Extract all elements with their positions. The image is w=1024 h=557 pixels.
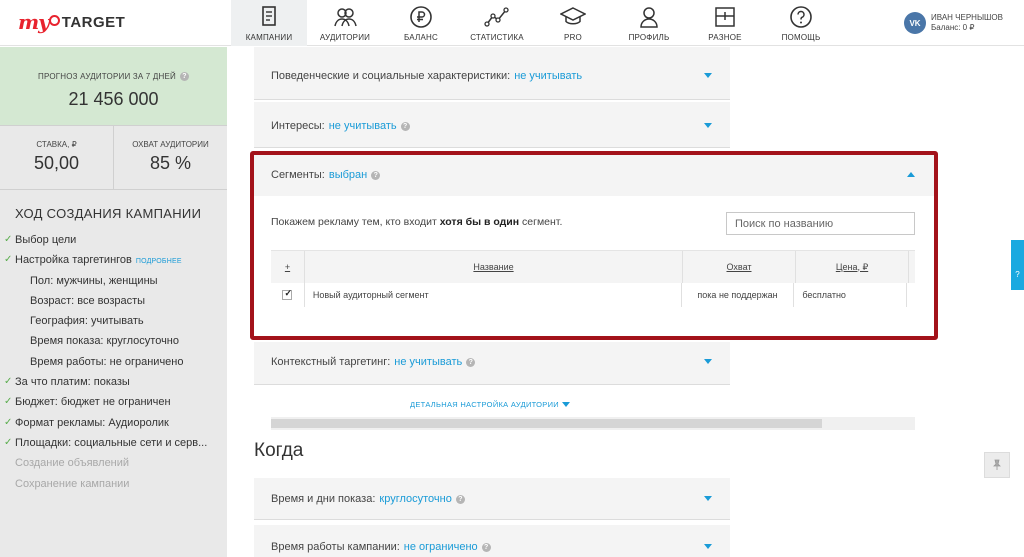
audiences-icon — [334, 8, 357, 27]
panel-contextual-value[interactable]: не учитывать — [394, 356, 462, 368]
panel-work-time[interactable]: Время работы кампании: не ограничено ? — [254, 525, 730, 557]
forecast-title: ПРОГНОЗ АУДИТОРИИ ЗА 7 ДНЕЙ — [38, 72, 176, 81]
pin-icon — [993, 459, 1001, 470]
top-bar: my TARGET КАМПАНИИ АУДИТОРИИ БАЛАНС СТАТ… — [0, 0, 1024, 46]
panel-behavioral-label: Поведенческие и социальные характеристик… — [271, 70, 511, 82]
nav-statistics[interactable]: СТАТИСТИКА — [459, 0, 535, 46]
nav-misc[interactable]: РАЗНОЕ — [687, 0, 763, 46]
nav-campaigns[interactable]: КАМПАНИИ — [231, 0, 307, 46]
rate-stat: СТАВКА, ₽ 50,00 — [0, 126, 113, 189]
coverage-title: ОХВАТ АУДИТОРИИ — [132, 140, 209, 149]
step-save-campaign: Сохранение кампании — [15, 477, 130, 490]
misc-icon — [715, 7, 735, 27]
mytarget-logo[interactable]: my TARGET — [18, 10, 126, 34]
help-icon[interactable]: ? — [466, 357, 476, 367]
profile-icon — [640, 7, 658, 28]
help-icon[interactable]: ? — [481, 542, 491, 552]
step-geo: География: учитывать — [30, 315, 144, 328]
coverage-stat: ОХВАТ АУДИТОРИИ 85 % — [113, 126, 227, 189]
nav-statistics-label: СТАТИСТИКА — [470, 33, 524, 42]
help-icon[interactable]: ? — [455, 494, 465, 504]
help-icon[interactable]: ? — [179, 72, 189, 81]
step-payment[interactable]: За что платим: показы — [0, 372, 227, 392]
nav-audiences[interactable]: АУДИТОРИИ — [307, 0, 383, 46]
panel-work-time-value[interactable]: не ограничено — [404, 541, 478, 553]
audience-forecast: ПРОГНОЗ АУДИТОРИИ ЗА 7 ДНЕЙ? 21 456 000 — [0, 47, 227, 126]
highlight-frame — [250, 151, 938, 340]
chevron-down-icon[interactable] — [704, 359, 712, 364]
nav-pro-label: PRO — [564, 33, 582, 42]
panel-time[interactable]: Время и дни показа: круглосуточно ? — [254, 478, 730, 520]
chevron-down-icon[interactable] — [704, 544, 712, 549]
panel-time-value[interactable]: круглосуточно — [379, 493, 451, 505]
nav-balance[interactable]: БАЛАНС — [383, 0, 459, 46]
step-budget[interactable]: Бюджет: бюджет не ограничен — [0, 392, 227, 412]
panel-contextual-label: Контекстный таргетинг: — [271, 356, 391, 368]
forecast-value: 21 456 000 — [68, 89, 159, 109]
ruble-icon — [410, 6, 432, 28]
logo-target: TARGET — [61, 13, 126, 31]
pin-button[interactable] — [984, 452, 1010, 478]
nav-campaigns-label: КАМПАНИИ — [245, 33, 293, 42]
nav-pro[interactable]: PRO — [535, 0, 611, 46]
panel-time-label: Время и дни показа: — [271, 493, 376, 505]
horizontal-scrollbar[interactable] — [271, 417, 915, 430]
rate-value: 50,00 — [33, 153, 80, 173]
logo-my: my — [18, 10, 50, 34]
nav-help-label: ПОМОЩЬ — [781, 33, 821, 42]
help-icon — [790, 6, 812, 28]
help-icon[interactable]: ? — [400, 121, 410, 131]
detail-audience-link[interactable]: ДЕТАЛЬНАЯ НАСТРОЙКА АУДИТОРИИ — [410, 400, 570, 409]
nav-profile[interactable]: ПРОФИЛЬ — [611, 0, 687, 46]
step-sex: Пол: мужчины, женщины — [30, 274, 158, 287]
panel-behavioral[interactable]: Поведенческие и социальные характеристик… — [254, 47, 730, 100]
stats-icon — [484, 7, 509, 27]
side-help-tab[interactable]: ? — [1011, 240, 1024, 290]
nav-balance-label: БАЛАНС — [404, 33, 438, 42]
user-menu[interactable]: VK ИВАН ЧЕРНЫШОВ Баланс: 0 ₽ — [904, 12, 1003, 34]
steps-title: ХОД СОЗДАНИЯ КАМПАНИИ — [15, 206, 202, 221]
sidebar: ПРОГНОЗ АУДИТОРИИ ЗА 7 ДНЕЙ? 21 456 000 … — [0, 47, 227, 557]
main-nav: КАМПАНИИ АУДИТОРИИ БАЛАНС СТАТИСТИКА PRO… — [231, 0, 839, 46]
campaign-steps: Выбор цели Настройка таргетинговПОДРОБНЕ… — [0, 230, 227, 494]
panel-interests-label: Интересы: — [271, 120, 325, 132]
step-targeting[interactable]: Настройка таргетинговПОДРОБНЕЕ — [0, 250, 227, 270]
step-create-ads: Создание объявлений — [15, 457, 130, 470]
nav-help[interactable]: ПОМОЩЬ — [763, 0, 839, 46]
scrollbar-thumb[interactable] — [271, 419, 822, 428]
chevron-down-icon[interactable] — [704, 496, 712, 501]
graduation-cap-icon — [560, 7, 586, 25]
user-name: ИВАН ЧЕРНЫШОВ — [931, 13, 1003, 22]
main-content: Поведенческие и социальные характеристик… — [228, 47, 1024, 557]
vk-avatar-icon: VK — [904, 12, 926, 34]
campaigns-icon — [262, 6, 276, 26]
step-show-time: Время показа: круглосуточно — [30, 335, 179, 348]
step-work-time: Время работы: не ограничено — [30, 355, 184, 368]
nav-misc-label: РАЗНОЕ — [708, 33, 742, 42]
nav-profile-label: ПРОФИЛЬ — [628, 33, 670, 42]
step-format[interactable]: Формат рекламы: Аудиоролик — [0, 413, 227, 433]
nav-audiences-label: АУДИТОРИИ — [319, 33, 371, 42]
rate-title: СТАВКА, ₽ — [36, 140, 77, 149]
chevron-down-icon — [562, 402, 570, 407]
more-link[interactable]: ПОДРОБНЕЕ — [136, 258, 182, 265]
step-placements[interactable]: Площадки: социальные сети и серв... — [0, 433, 227, 453]
section-when-title: Когда — [254, 440, 304, 461]
step-age: Возраст: все возрасты — [30, 294, 146, 307]
coverage-value: 85 % — [149, 153, 192, 173]
panel-behavioral-value[interactable]: не учитывать — [514, 70, 582, 82]
user-balance: Баланс: 0 ₽ — [931, 23, 975, 32]
step-goal[interactable]: Выбор цели — [0, 230, 227, 250]
chevron-down-icon[interactable] — [704, 123, 712, 128]
panel-interests[interactable]: Интересы: не учитывать ? — [254, 102, 730, 148]
panel-contextual[interactable]: Контекстный таргетинг: не учитывать ? — [254, 342, 730, 385]
panel-interests-value[interactable]: не учитывать — [329, 120, 397, 132]
panel-work-time-label: Время работы кампании: — [271, 541, 400, 553]
chevron-down-icon[interactable] — [704, 73, 712, 78]
logo-ring-icon — [48, 14, 60, 26]
